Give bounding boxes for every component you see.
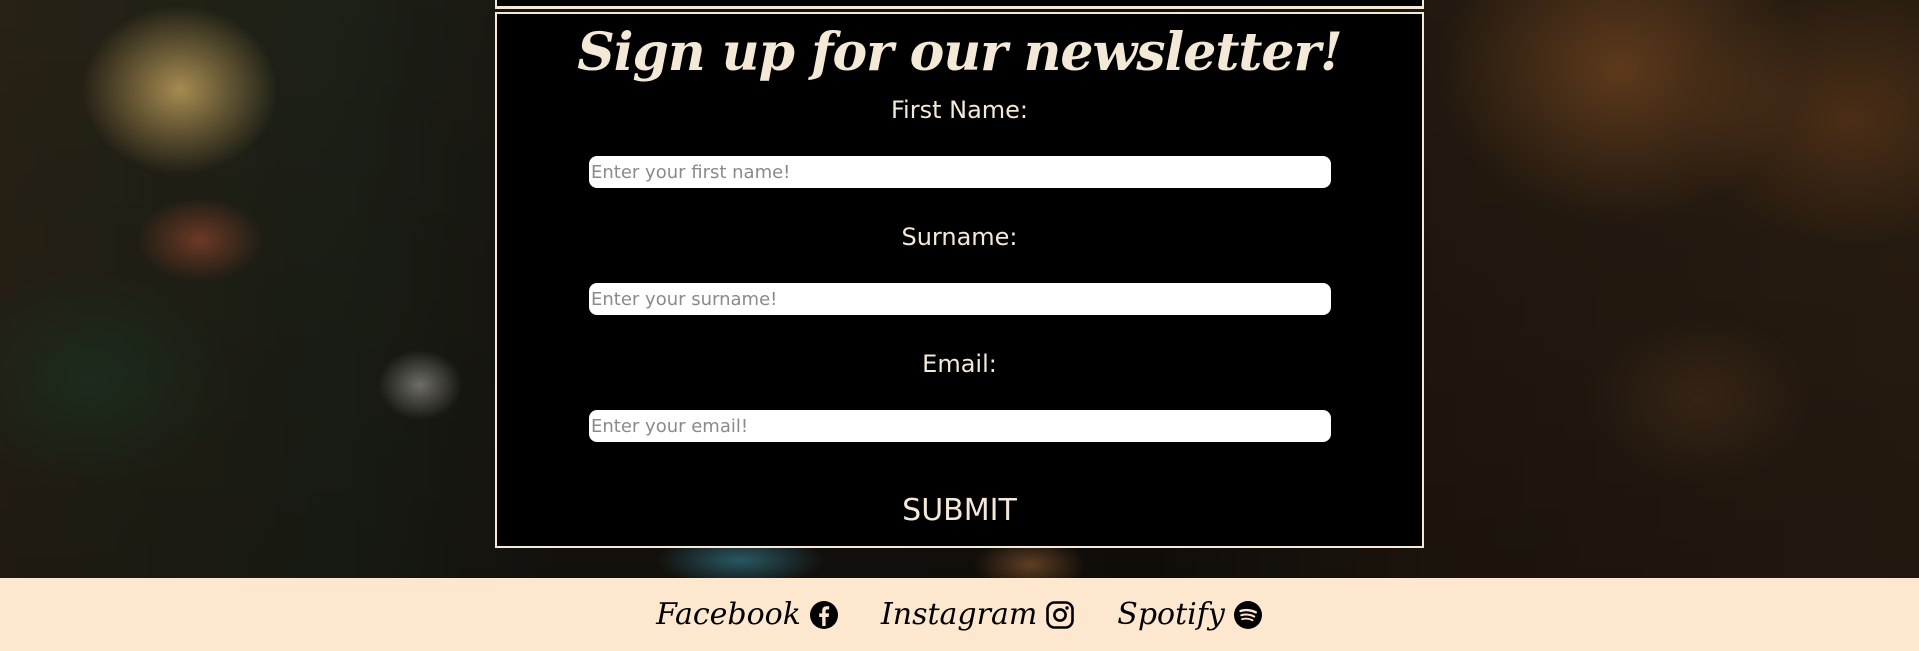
facebook-link[interactable]: Facebook xyxy=(656,597,839,632)
previous-section-edge xyxy=(495,0,1424,9)
instagram-link[interactable]: Instagram xyxy=(881,597,1075,632)
newsletter-title: Sign up for our newsletter! xyxy=(577,22,1343,83)
instagram-icon xyxy=(1046,600,1075,629)
submit-button[interactable]: SUBMIT xyxy=(860,488,1060,532)
newsletter-form: Sign up for our newsletter! First Name: … xyxy=(495,12,1424,548)
email-label: Email: xyxy=(922,350,997,378)
facebook-icon xyxy=(809,600,838,629)
email-input[interactable] xyxy=(589,410,1331,442)
surname-label: Surname: xyxy=(901,223,1018,251)
page: Sign up for our newsletter! First Name: … xyxy=(0,0,1919,651)
surname-input[interactable] xyxy=(589,283,1331,315)
spotify-label: Spotify xyxy=(1117,597,1225,632)
spotify-icon xyxy=(1233,600,1262,629)
first-name-input[interactable] xyxy=(589,156,1331,188)
instagram-label: Instagram xyxy=(880,597,1038,632)
footer: Facebook Instagram Spotify xyxy=(0,578,1919,651)
first-name-label: First Name: xyxy=(890,96,1029,124)
facebook-label: Facebook xyxy=(656,597,801,632)
spotify-link[interactable]: Spotify xyxy=(1117,597,1263,632)
